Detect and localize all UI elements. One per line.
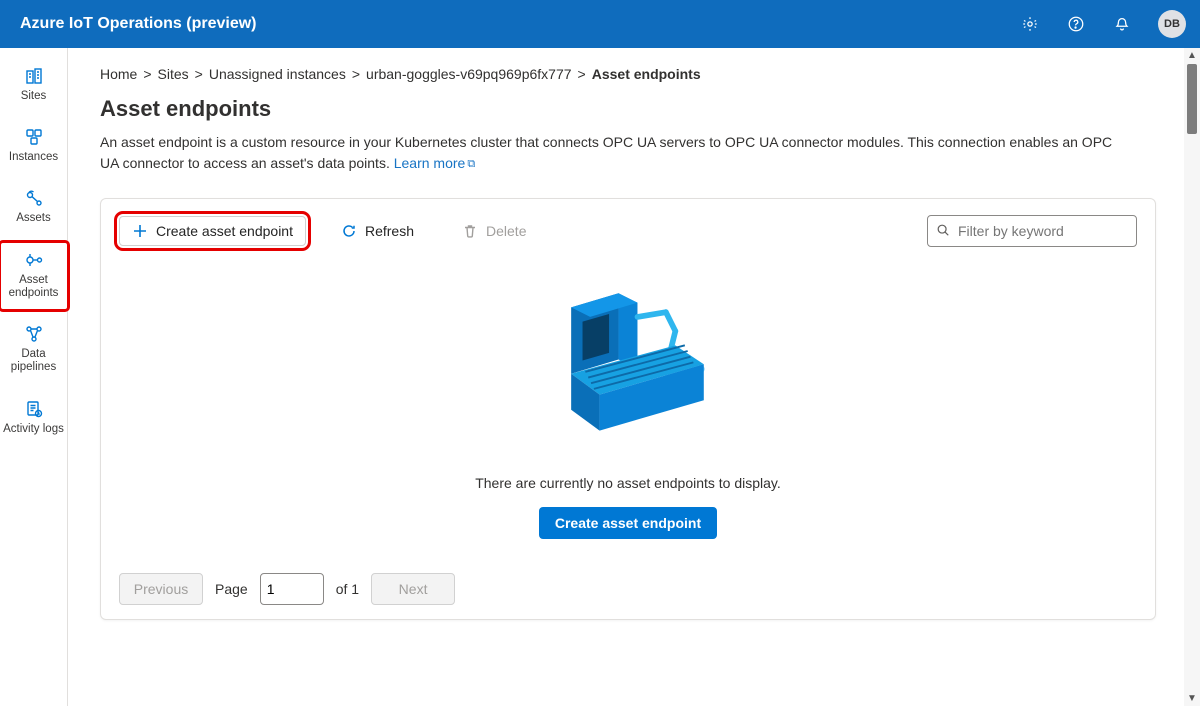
asset-endpoints-icon: [24, 250, 44, 270]
sidebar-item-instances[interactable]: Instances: [0, 119, 68, 174]
page-number-input[interactable]: [260, 573, 324, 605]
create-asset-endpoint-button[interactable]: Create asset endpoint: [119, 216, 306, 246]
settings-icon[interactable]: [1012, 6, 1048, 42]
empty-state-illustration: [533, 279, 723, 459]
previous-page-button: Previous: [119, 573, 203, 605]
empty-state-create-button[interactable]: Create asset endpoint: [539, 507, 717, 539]
refresh-icon: [341, 223, 357, 239]
avatar[interactable]: DB: [1158, 10, 1186, 38]
help-icon[interactable]: [1058, 6, 1094, 42]
refresh-button-label: Refresh: [365, 223, 414, 239]
breadcrumb-separator: >: [578, 66, 586, 82]
breadcrumb-item[interactable]: Home: [100, 66, 137, 82]
instances-icon: [24, 127, 44, 147]
app-title: Azure IoT Operations (preview): [20, 15, 256, 33]
pager: Previous Page of 1 Next: [119, 573, 1137, 605]
sidebar-item-label: Asset endpoints: [2, 274, 66, 300]
data-pipelines-icon: [24, 324, 44, 344]
sidebar-item-assets[interactable]: Assets: [0, 180, 68, 235]
header-actions: DB: [1012, 6, 1186, 42]
main: Home > Sites > Unassigned instances > ur…: [68, 48, 1184, 706]
scroll-down-arrow[interactable]: ▼: [1187, 693, 1197, 704]
page-count: 1: [351, 581, 359, 597]
trash-icon: [462, 223, 478, 239]
activity-logs-icon: [24, 399, 44, 419]
search-input[interactable]: [956, 222, 1128, 240]
sidebar-item-data-pipelines[interactable]: Data pipelines: [0, 316, 68, 384]
search-icon: [936, 223, 950, 240]
page-description-text: An asset endpoint is a custom resource i…: [100, 134, 1112, 171]
left-nav: Sites Instances Assets: [0, 48, 68, 706]
page-description: An asset endpoint is a custom resource i…: [100, 132, 1130, 174]
shell: Sites Instances Assets: [0, 48, 1200, 706]
content-card: Create asset endpoint Refresh: [100, 198, 1156, 620]
scroll-up-arrow[interactable]: ▲: [1187, 50, 1197, 61]
create-button-label: Create asset endpoint: [156, 223, 293, 239]
vertical-scrollbar[interactable]: ▲ ▼: [1184, 48, 1200, 706]
page-label: Page: [215, 581, 248, 597]
of-text: of: [336, 581, 348, 597]
sidebar-item-activity-logs[interactable]: Activity logs: [0, 391, 68, 446]
main-wrap: Home > Sites > Unassigned instances > ur…: [68, 48, 1200, 706]
refresh-button[interactable]: Refresh: [328, 216, 427, 246]
plus-icon: [132, 223, 148, 239]
page-of-label: of 1: [336, 581, 359, 597]
delete-button: Delete: [449, 216, 539, 246]
sites-icon: [24, 66, 44, 86]
learn-more-label: Learn more: [394, 155, 466, 171]
app-header: Azure IoT Operations (preview) DB: [0, 0, 1200, 48]
sidebar-item-label: Activity logs: [3, 423, 64, 436]
sidebar-item-label: Data pipelines: [2, 348, 66, 374]
breadcrumb-item[interactable]: Sites: [158, 66, 189, 82]
notifications-icon[interactable]: [1104, 6, 1140, 42]
toolbar: Create asset endpoint Refresh: [119, 211, 1137, 255]
breadcrumb-separator: >: [352, 66, 360, 82]
assets-icon: [24, 188, 44, 208]
breadcrumb: Home > Sites > Unassigned instances > ur…: [100, 66, 1156, 82]
breadcrumb-item[interactable]: urban-goggles-v69pq969p6fx777: [366, 66, 572, 82]
learn-more-link[interactable]: Learn more⧉: [394, 155, 475, 171]
breadcrumb-current: Asset endpoints: [592, 66, 701, 82]
breadcrumb-separator: >: [143, 66, 151, 82]
search-box[interactable]: [927, 215, 1137, 247]
sidebar-item-label: Instances: [9, 151, 58, 164]
empty-state-message: There are currently no asset endpoints t…: [475, 475, 781, 491]
sidebar-item-sites[interactable]: Sites: [0, 58, 68, 113]
breadcrumb-item[interactable]: Unassigned instances: [209, 66, 346, 82]
delete-button-label: Delete: [486, 223, 526, 239]
sidebar-item-label: Sites: [21, 90, 47, 103]
scroll-thumb[interactable]: [1187, 64, 1197, 134]
sidebar-item-label: Assets: [16, 212, 51, 225]
empty-state: There are currently no asset endpoints t…: [119, 255, 1137, 565]
page-title: Asset endpoints: [100, 96, 1156, 122]
next-page-button: Next: [371, 573, 455, 605]
external-link-icon: ⧉: [467, 158, 475, 170]
breadcrumb-separator: >: [195, 66, 203, 82]
sidebar-item-asset-endpoints[interactable]: Asset endpoints: [0, 242, 68, 310]
